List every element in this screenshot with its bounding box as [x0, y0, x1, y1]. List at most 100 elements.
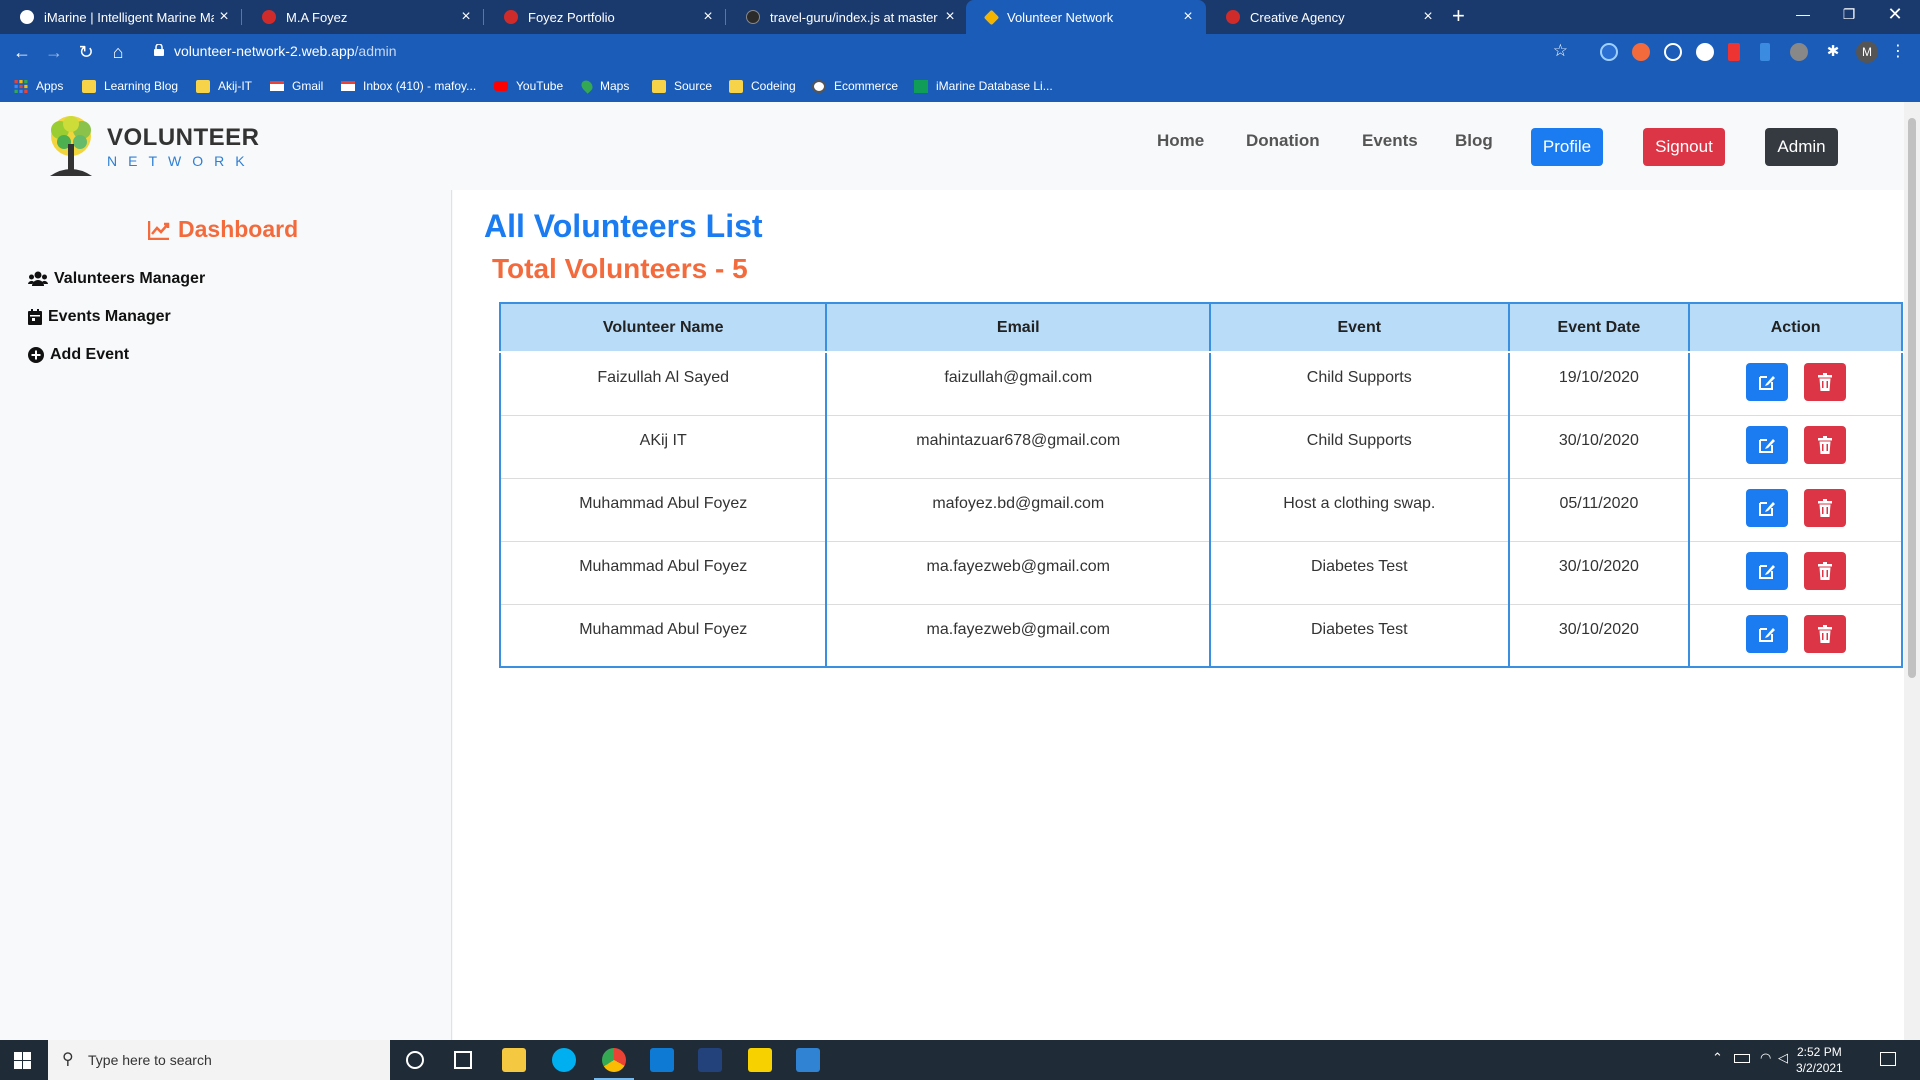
admin-button[interactable]: Admin: [1765, 128, 1838, 166]
sidebar-item-volunteers-manager[interactable]: Valunteers Manager: [28, 270, 205, 288]
bookmark-star-icon[interactable]: ☆: [1553, 41, 1568, 61]
extension-icon[interactable]: [1696, 43, 1714, 61]
close-tab-icon[interactable]: ×: [698, 8, 718, 26]
download-extension-icon[interactable]: [1760, 43, 1770, 61]
react-devtools-extension-icon[interactable]: [1600, 43, 1618, 61]
puzzle-icon[interactable]: ✱: [1824, 43, 1842, 61]
profile-button[interactable]: Profile: [1531, 128, 1603, 166]
task-view-icon[interactable]: [454, 1051, 472, 1069]
bookmark-akij-it[interactable]: Akij-IT: [196, 78, 252, 94]
chrome-icon[interactable]: [602, 1048, 626, 1072]
address-bar[interactable]: volunteer-network-2.web.app/admin ☆: [140, 38, 1580, 66]
trash-icon: [1817, 373, 1832, 391]
close-window-icon[interactable]: ✕: [1872, 0, 1918, 30]
download-extension-icon[interactable]: [1728, 43, 1740, 61]
skype-icon[interactable]: [552, 1048, 576, 1072]
taskbar-clock[interactable]: 2:52 PM 3/2/2021: [1796, 1044, 1843, 1076]
edit-icon: [1758, 501, 1775, 516]
sticky-notes-icon[interactable]: [748, 1048, 772, 1072]
sidebar-item-add-event[interactable]: Add Event: [28, 346, 129, 364]
scrollbar-thumb[interactable]: [1908, 118, 1916, 678]
menu-kebab-icon[interactable]: ⋮: [1890, 43, 1908, 61]
table-header-row: Volunteer Name Email Event Event Date Ac…: [500, 303, 1902, 353]
nav-home[interactable]: Home: [1157, 131, 1204, 151]
battery-icon[interactable]: [1734, 1054, 1750, 1063]
close-tab-icon[interactable]: ×: [214, 8, 234, 26]
extension-icon[interactable]: [1664, 43, 1682, 61]
volunteers-table: Volunteer Name Email Event Event Date Ac…: [499, 302, 1903, 668]
browser-tab[interactable]: Creative Agency ×: [1206, 0, 1446, 34]
photos-icon[interactable]: [796, 1048, 820, 1072]
bookmark-learning-blog[interactable]: Learning Blog: [82, 78, 178, 94]
volunteer-name: Faizullah Al Sayed: [500, 351, 827, 415]
bookmark-apps[interactable]: Apps: [14, 78, 63, 94]
edit-button[interactable]: [1745, 425, 1788, 464]
bookmark-gmail[interactable]: Gmail: [270, 78, 323, 94]
react-favicon-icon: [504, 10, 518, 24]
notifications-icon[interactable]: [1880, 1052, 1896, 1066]
browser-tab[interactable]: M.A Foyez ×: [242, 0, 484, 34]
nav-donation[interactable]: Donation: [1246, 131, 1320, 151]
close-tab-icon[interactable]: ×: [940, 8, 960, 26]
close-tab-icon[interactable]: ×: [1178, 8, 1198, 26]
table-row: Muhammad Abul Foyez ma.fayezweb@gmail.co…: [500, 540, 1902, 604]
edit-button[interactable]: [1745, 551, 1788, 590]
sidebar-item-events-manager[interactable]: Events Manager: [28, 308, 171, 326]
folder-icon: [196, 79, 210, 93]
delete-button[interactable]: [1803, 363, 1846, 401]
nav-blog[interactable]: Blog: [1455, 131, 1493, 151]
edit-button[interactable]: [1745, 363, 1788, 401]
cortana-icon[interactable]: [406, 1051, 424, 1069]
home-icon[interactable]: ⌂: [104, 38, 132, 66]
volunteer-event: Child Supports: [1209, 414, 1509, 478]
browser-tab[interactable]: iMarine | Intelligent Marine Mana ×: [0, 0, 242, 34]
edit-button[interactable]: [1745, 614, 1788, 653]
extension-icon[interactable]: [1790, 43, 1808, 61]
bookmark-source[interactable]: Source: [652, 78, 712, 94]
file-explorer-icon[interactable]: [502, 1048, 526, 1072]
new-tab-button[interactable]: +: [1452, 0, 1465, 34]
chevron-up-icon[interactable]: ⌃: [1712, 1050, 1723, 1066]
profile-avatar[interactable]: M: [1856, 41, 1878, 63]
delete-button[interactable]: [1803, 614, 1846, 653]
forward-icon[interactable]: →: [40, 38, 68, 66]
trash-icon: [1817, 435, 1832, 454]
vscode-icon[interactable]: [650, 1048, 674, 1072]
volunteer-event: Host a clothing swap.: [1209, 477, 1509, 541]
page-scrollbar[interactable]: [1904, 102, 1920, 1040]
bookmark-codeing[interactable]: Codeing: [729, 78, 796, 94]
delete-button[interactable]: [1803, 488, 1846, 527]
browser-tab-active[interactable]: Volunteer Network ×: [966, 0, 1206, 34]
browser-tab[interactable]: Foyez Portfolio ×: [484, 0, 726, 34]
back-icon[interactable]: ←: [8, 38, 36, 66]
bookmark-inbox[interactable]: Inbox (410) - mafoy...: [341, 78, 476, 94]
minimize-icon[interactable]: —: [1780, 0, 1826, 30]
bookmark-youtube[interactable]: YouTube: [494, 78, 563, 94]
tree-logo-icon[interactable]: [40, 114, 102, 180]
signout-button[interactable]: Signout: [1643, 128, 1725, 166]
nav-events[interactable]: Events: [1362, 131, 1418, 151]
dashboard-heading[interactable]: Dashboard: [148, 216, 298, 243]
volume-icon[interactable]: ◁: [1778, 1050, 1788, 1066]
action-cell: [1688, 540, 1902, 604]
site-header: VOLUNTEER NETWORK Home Donation Events B…: [0, 102, 1904, 190]
wifi-icon[interactable]: ◠: [1760, 1050, 1771, 1066]
powershell-icon[interactable]: [698, 1048, 722, 1072]
delete-button[interactable]: [1803, 551, 1846, 590]
restore-icon[interactable]: ❐: [1826, 0, 1872, 30]
bookmark-maps[interactable]: Maps: [579, 78, 629, 94]
taskbar-search-box[interactable]: ⚲ Type here to search: [48, 1040, 390, 1080]
bookmark-imarine-database[interactable]: iMarine Database Li...: [914, 78, 1053, 94]
table-row: Faizullah Al Sayed faizullah@gmail.com C…: [500, 351, 1902, 415]
browser-tab[interactable]: travel-guru/index.js at master · m ×: [726, 0, 968, 34]
edit-button[interactable]: [1745, 488, 1788, 527]
delete-button[interactable]: [1803, 425, 1846, 464]
extension-icon[interactable]: [1632, 43, 1650, 61]
column-header: Action: [1688, 303, 1902, 353]
clock-date: 3/2/2021: [1796, 1061, 1843, 1075]
close-tab-icon[interactable]: ×: [456, 8, 476, 26]
reload-icon[interactable]: ↻: [72, 38, 100, 66]
bookmark-ecommerce[interactable]: Ecommerce: [812, 78, 898, 94]
windows-start-icon[interactable]: [14, 1052, 31, 1069]
close-tab-icon[interactable]: ×: [1418, 8, 1438, 26]
